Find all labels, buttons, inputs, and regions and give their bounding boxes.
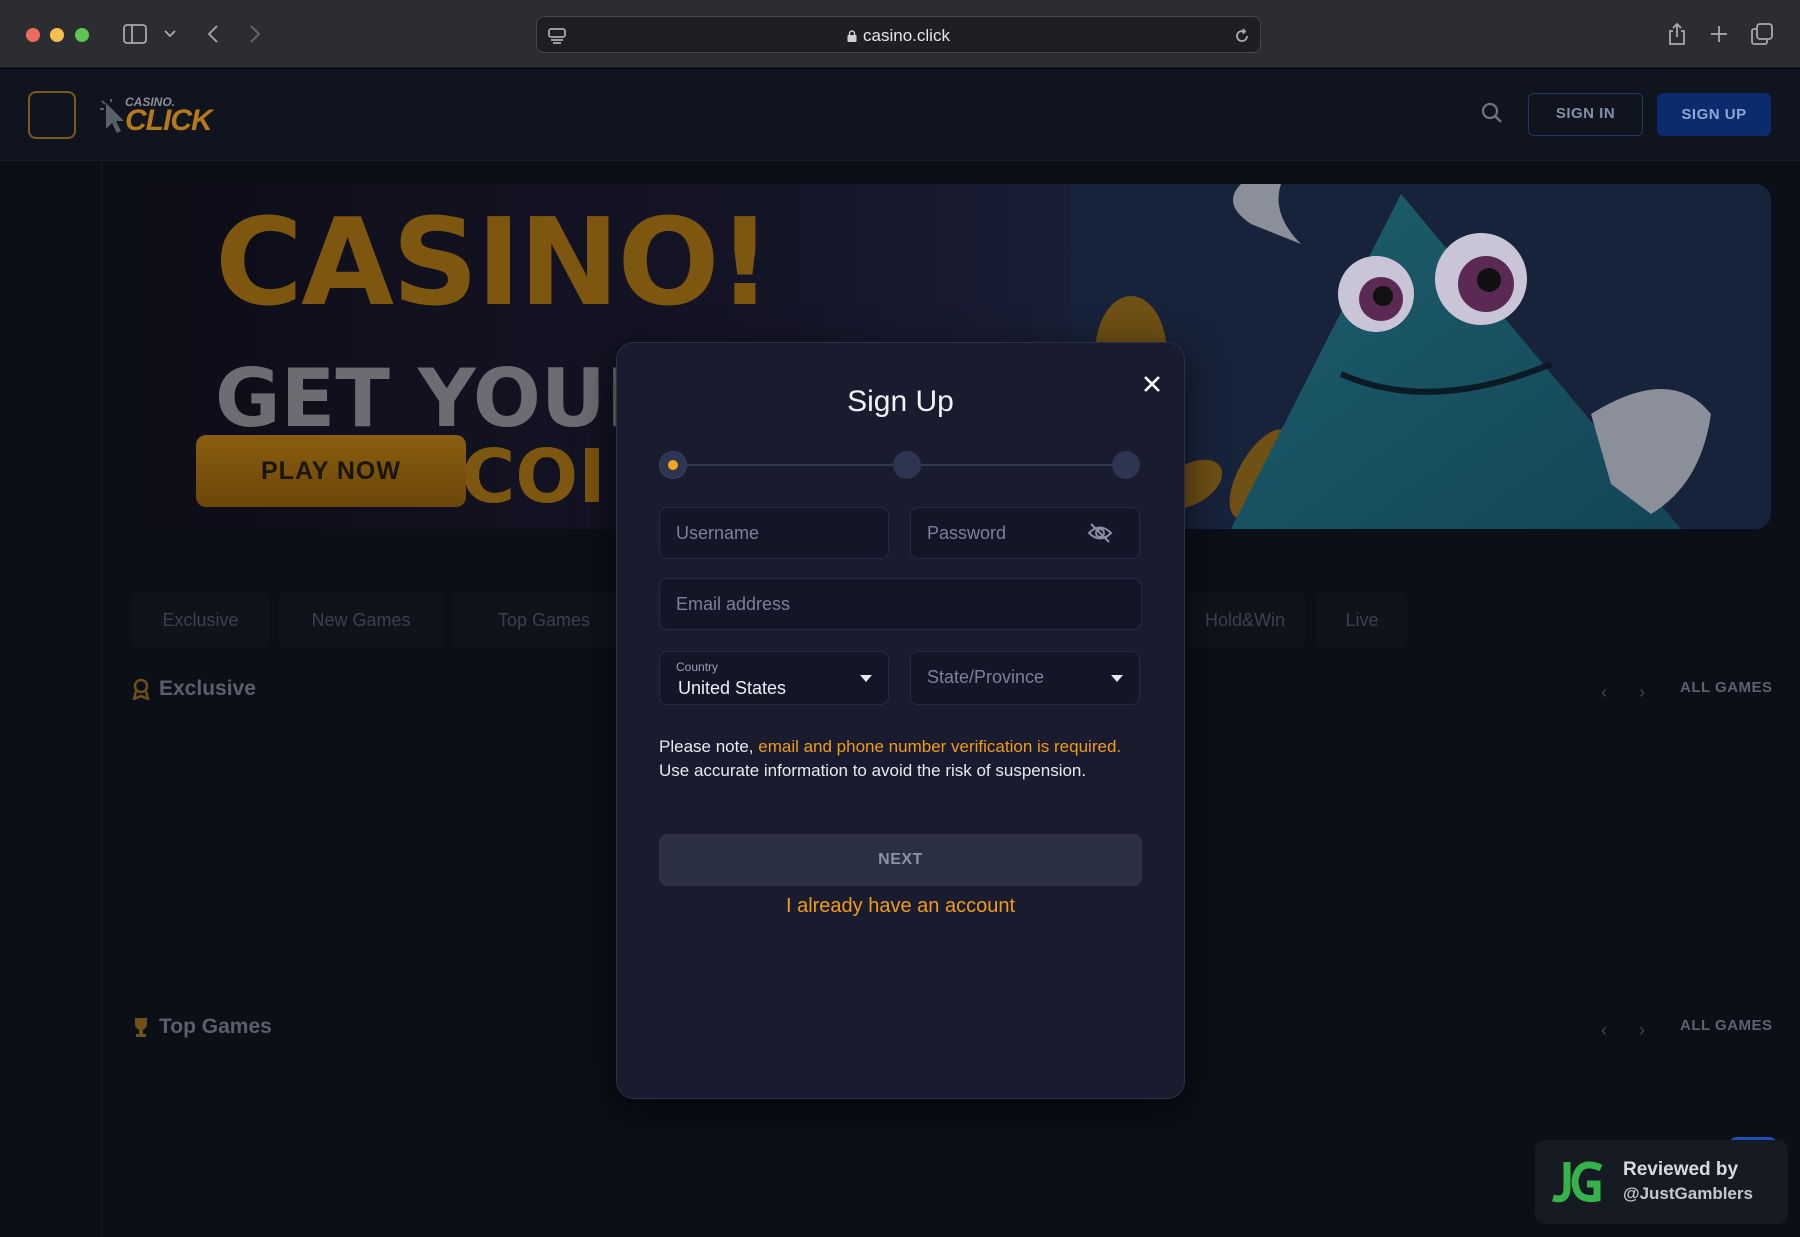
url-label: casino.click <box>863 26 950 45</box>
caret-down-icon <box>1111 675 1123 682</box>
review-badge: Reviewed by @JustGamblers <box>1535 1140 1788 1224</box>
state-placeholder: State/Province <box>927 667 1045 687</box>
note-suffix: Use accurate information to avoid the ri… <box>659 761 1087 780</box>
close-icon <box>1144 376 1160 392</box>
password-field[interactable] <box>910 507 1140 559</box>
existing-account-link[interactable]: I already have an account <box>617 895 1184 918</box>
close-modal-button[interactable] <box>1137 369 1167 399</box>
chevron-down-icon[interactable] <box>162 20 178 48</box>
review-badge-text: Reviewed by @JustGamblers <box>1623 1158 1753 1206</box>
step-1-indicator <box>659 451 687 479</box>
modal-overlay: Sign Up Country United States <box>0 69 1800 1237</box>
sidebar-toggle-icon[interactable] <box>122 20 148 48</box>
verification-note: Please note, email and phone number veri… <box>659 735 1149 783</box>
username-field[interactable] <box>659 507 889 559</box>
note-prefix: Please note, <box>659 737 759 756</box>
review-badge-line1: Reviewed by <box>1623 1159 1739 1180</box>
next-button[interactable]: NEXT <box>659 834 1142 886</box>
state-select[interactable]: State/Province <box>910 651 1140 705</box>
caret-down-icon <box>860 675 872 682</box>
minimize-window-button[interactable] <box>50 28 64 42</box>
email-input[interactable] <box>660 579 1141 629</box>
modal-title: Sign Up <box>847 385 954 418</box>
close-window-button[interactable] <box>26 28 40 42</box>
country-select[interactable]: Country United States <box>659 651 889 705</box>
reload-icon[interactable] <box>1232 22 1252 50</box>
share-icon[interactable] <box>1666 20 1688 48</box>
justgamblers-logo-icon <box>1552 1161 1603 1203</box>
browser-toolbar: casino.click <box>0 0 1800 68</box>
review-badge-line2: @JustGamblers <box>1623 1184 1753 1203</box>
username-input[interactable] <box>660 508 888 558</box>
step-3-indicator <box>1112 451 1140 479</box>
forward-icon[interactable] <box>246 20 264 48</box>
country-label: Country <box>676 660 719 674</box>
step-progress <box>659 448 1144 482</box>
country-value: United States <box>678 678 787 698</box>
address-bar[interactable]: casino.click <box>536 16 1261 53</box>
zoom-window-button[interactable] <box>75 28 89 42</box>
tab-overview-icon[interactable] <box>1750 20 1774 48</box>
signup-modal: Sign Up Country United States <box>616 342 1185 1099</box>
email-field[interactable] <box>659 578 1142 630</box>
lock-icon <box>847 30 857 42</box>
url-text: casino.click <box>537 26 1260 46</box>
back-icon[interactable] <box>204 20 222 48</box>
step-2-indicator <box>893 451 921 479</box>
new-tab-icon[interactable] <box>1708 20 1730 48</box>
eye-off-icon[interactable] <box>1087 522 1113 544</box>
note-highlight: email and phone number verification is r… <box>758 737 1122 756</box>
